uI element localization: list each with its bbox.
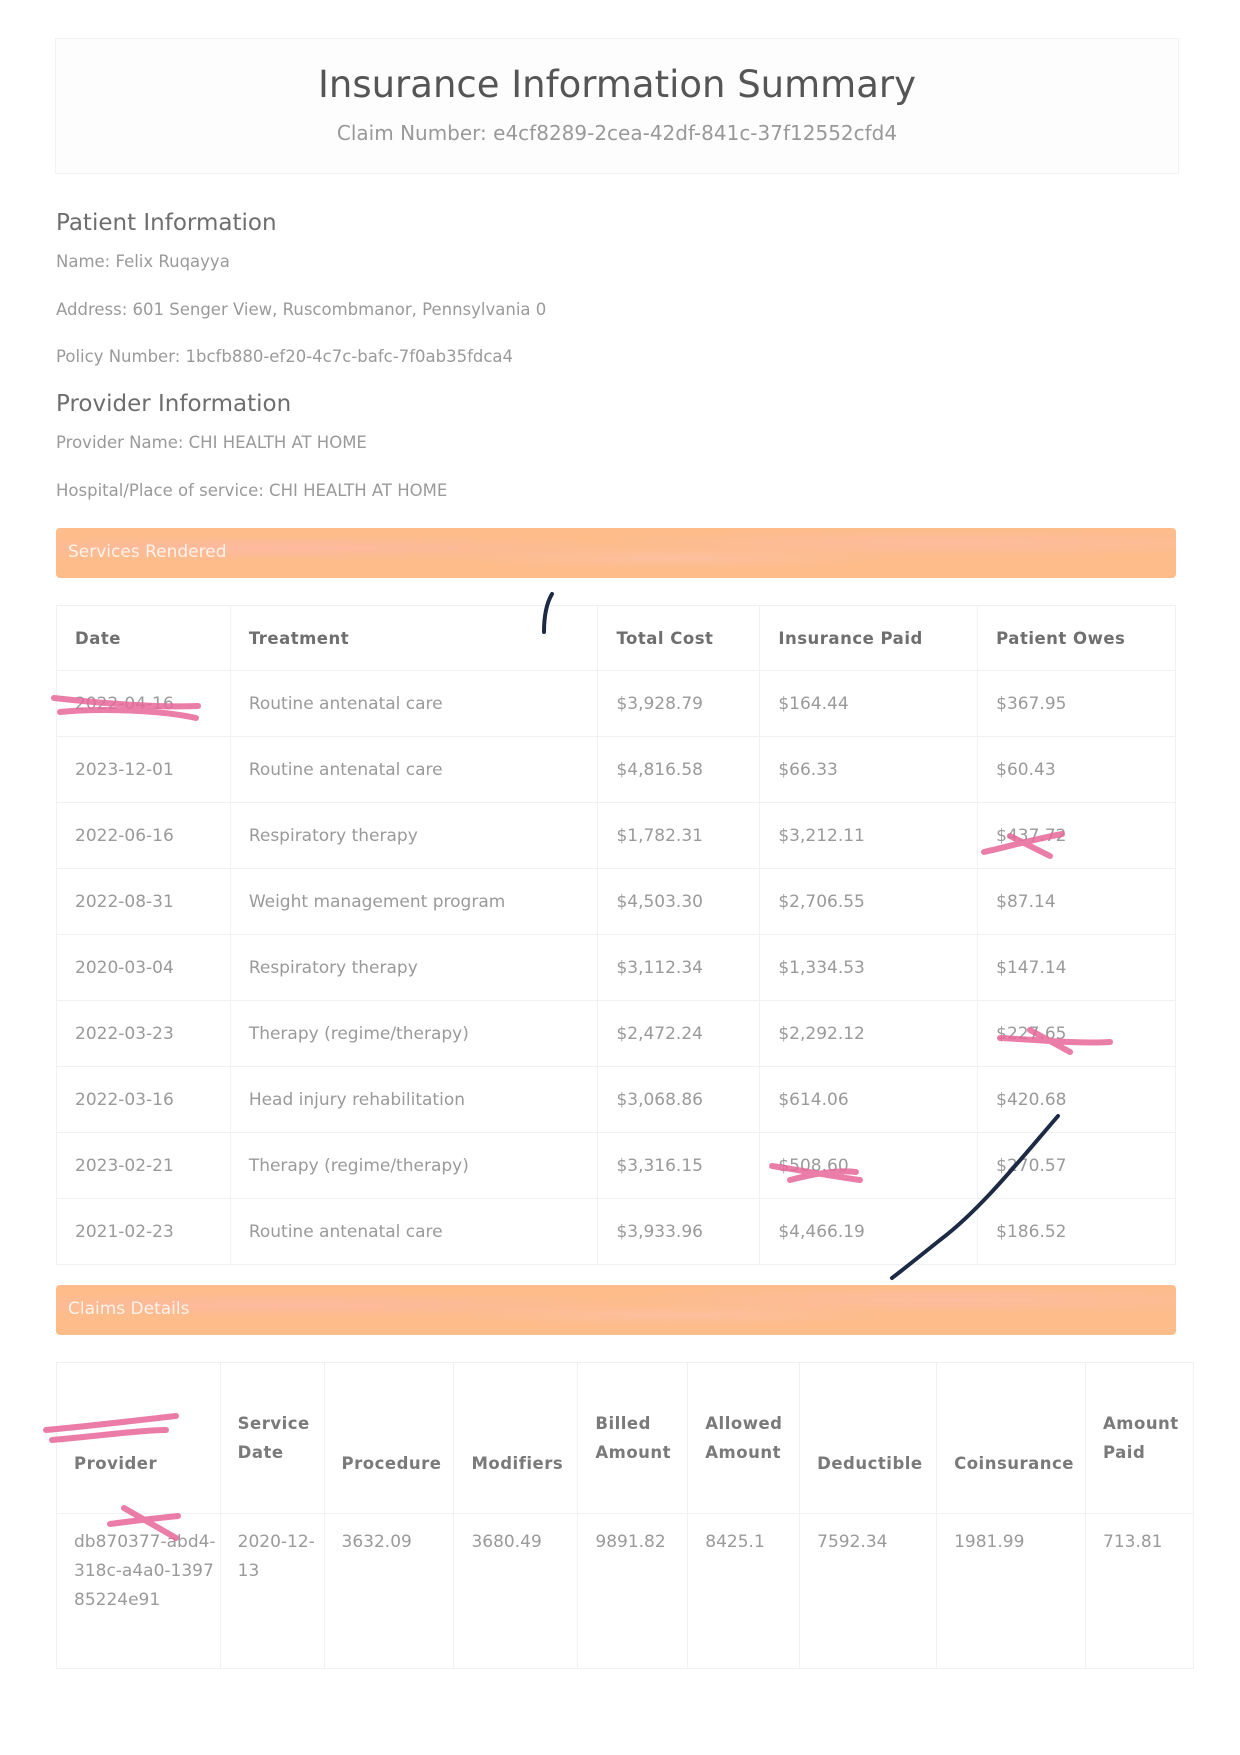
cell-procedure: 3632.09 bbox=[323, 1513, 455, 1669]
policy-number: Policy Number: 1bcfb880-ef20-4c7c-bafc-7… bbox=[56, 347, 514, 366]
cell-patient-owes: $227.65 bbox=[977, 1000, 1176, 1067]
cell-treatment: Therapy (regime/therapy) bbox=[229, 1000, 599, 1067]
cell-total-cost: $2,472.24 bbox=[597, 1000, 761, 1067]
provider-info-heading: Provider Information bbox=[56, 391, 292, 417]
claims-band-label: Claims Details bbox=[68, 1299, 190, 1319]
cell-insurance-paid: $3,212.11 bbox=[759, 802, 979, 869]
cell-treatment: Respiratory therapy bbox=[229, 934, 599, 1001]
col-service-date: Service Date bbox=[219, 1362, 325, 1514]
provider-name: Provider Name: CHI HEALTH AT HOME bbox=[56, 433, 367, 452]
cell-total-cost: $3,928.79 bbox=[597, 670, 761, 737]
cell-date: 2022-03-23 bbox=[56, 1000, 231, 1067]
services-header-row: Date Treatment Total Cost Insurance Paid… bbox=[56, 605, 1176, 671]
cell-date: 2023-12-01 bbox=[56, 736, 231, 803]
col-modifiers: Modifiers bbox=[453, 1362, 579, 1514]
cell-treatment: Weight management program bbox=[229, 868, 599, 935]
col-insurance-paid: Insurance Paid bbox=[759, 605, 979, 671]
cell-allowed-amount: 8425.1 bbox=[687, 1513, 801, 1669]
cell-patient-owes: $437.72 bbox=[977, 802, 1176, 869]
cell-insurance-paid: $2,292.12 bbox=[759, 1000, 979, 1067]
cell-date: 2022-04-16 bbox=[56, 670, 231, 737]
cell-billed-amount: 9891.82 bbox=[577, 1513, 689, 1669]
cell-provider: db870377-abd4-318c-a4a0-139785224e91 bbox=[56, 1513, 221, 1669]
cell-treatment: Head injury rehabilitation bbox=[229, 1066, 599, 1133]
cell-insurance-paid: $164.44 bbox=[759, 670, 979, 737]
table-row: 2022-08-31 Weight management program $4,50… bbox=[56, 868, 1176, 935]
cell-insurance-paid: $66.33 bbox=[759, 736, 979, 803]
col-procedure: Procedure bbox=[323, 1362, 455, 1514]
services-band: Services Rendered bbox=[56, 528, 1176, 578]
cell-treatment: Routine antenatal care bbox=[229, 670, 599, 737]
cell-insurance-paid: $2,706.55 bbox=[759, 868, 979, 935]
patient-name: Name: Felix Ruqayya bbox=[56, 252, 230, 271]
cell-insurance-paid: $4,466.19 bbox=[759, 1198, 979, 1265]
cell-insurance-paid: $614.06 bbox=[759, 1066, 979, 1133]
cell-date: 2020-03-04 bbox=[56, 934, 231, 1001]
cell-treatment: Routine antenatal care bbox=[229, 1198, 599, 1265]
cell-date: 2022-06-16 bbox=[56, 802, 231, 869]
table-row: 2021-02-23 Routine antenatal care $3,933.9… bbox=[56, 1198, 1176, 1265]
cell-date: 2022-03-16 bbox=[56, 1066, 231, 1133]
cell-patient-owes: $270.57 bbox=[977, 1132, 1176, 1199]
cell-treatment: Routine antenatal care bbox=[229, 736, 599, 803]
cell-total-cost: $3,112.34 bbox=[597, 934, 761, 1001]
cell-total-cost: $3,068.86 bbox=[597, 1066, 761, 1133]
table-row: 2022-03-16 Head injury rehabilitation $3,0… bbox=[56, 1066, 1176, 1133]
cell-treatment: Respiratory therapy bbox=[229, 802, 599, 869]
table-row: 2022-03-23 Therapy (regime/therapy) $2,472… bbox=[56, 1000, 1176, 1067]
cell-insurance-paid: $1,334.53 bbox=[759, 934, 979, 1001]
services-band-label: Services Rendered bbox=[68, 542, 227, 562]
col-total-cost: Total Cost bbox=[597, 605, 761, 671]
header-box: Insurance Information Summary Claim Numb… bbox=[55, 38, 1179, 174]
cell-date: 2022-08-31 bbox=[56, 868, 231, 935]
col-allowed-amount: Allowed Amount bbox=[687, 1362, 801, 1514]
cell-total-cost: $3,933.96 bbox=[597, 1198, 761, 1265]
claims-header-row: Provider Service Date Procedure Modifier… bbox=[56, 1362, 1194, 1514]
col-amount-paid: Amount Paid bbox=[1085, 1362, 1194, 1514]
cell-patient-owes: $87.14 bbox=[977, 868, 1176, 935]
cell-patient-owes: $420.68 bbox=[977, 1066, 1176, 1133]
table-row: 2022-06-16 Respiratory therapy $1,782.31 $3… bbox=[56, 802, 1176, 869]
col-coinsurance: Coinsurance bbox=[936, 1362, 1087, 1514]
place-of-service: Hospital/Place of service: CHI HEALTH AT… bbox=[56, 481, 448, 500]
cell-service-date: 2020-12-13 bbox=[219, 1513, 325, 1669]
cell-amount-paid: 713.81 bbox=[1085, 1513, 1194, 1669]
table-row: 2023-02-21 Therapy (regime/therapy) $3,316… bbox=[56, 1132, 1176, 1199]
claims-band: Claims Details bbox=[56, 1285, 1176, 1335]
patient-info-heading: Patient Information bbox=[56, 210, 277, 236]
claim-number: Claim Number: e4cf8289-2cea-42df-841c-37… bbox=[336, 121, 898, 145]
cell-treatment: Therapy (regime/therapy) bbox=[229, 1132, 599, 1199]
cell-patient-owes: $367.95 bbox=[977, 670, 1176, 737]
table-row: 2023-12-01 Routine antenatal care $4,816.5… bbox=[56, 736, 1176, 803]
table-row: 2020-03-04 Respiratory therapy $3,112.34 $1… bbox=[56, 934, 1176, 1001]
col-provider: Provider bbox=[56, 1362, 221, 1514]
table-row: db870377-abd4-318c-a4a0-139785224e91 202… bbox=[56, 1513, 1194, 1669]
cell-patient-owes: $186.52 bbox=[977, 1198, 1176, 1265]
col-deductible: Deductible bbox=[799, 1362, 938, 1514]
col-billed-amount: Billed Amount bbox=[577, 1362, 689, 1514]
cell-patient-owes: $147.14 bbox=[977, 934, 1176, 1001]
patient-address: Address: 601 Senger View, Ruscombmanor, … bbox=[56, 300, 547, 319]
page-title: Insurance Information Summary bbox=[317, 63, 917, 106]
cell-total-cost: $4,816.58 bbox=[597, 736, 761, 803]
col-patient-owes: Patient Owes bbox=[977, 605, 1176, 671]
cell-deductible: 7592.34 bbox=[799, 1513, 938, 1669]
col-date: Date bbox=[56, 605, 231, 671]
cell-insurance-paid: $508.60 bbox=[759, 1132, 979, 1199]
cell-patient-owes: $60.43 bbox=[977, 736, 1176, 803]
table-row: 2022-04-16 Routine antenatal care $3,928.7… bbox=[56, 670, 1176, 737]
cell-coinsurance: 1981.99 bbox=[936, 1513, 1087, 1669]
cell-modifiers: 3680.49 bbox=[453, 1513, 579, 1669]
col-treatment: Treatment bbox=[229, 605, 599, 671]
services-table: Date Treatment Total Cost Insurance Paid… bbox=[56, 605, 1176, 1265]
cell-date: 2023-02-21 bbox=[56, 1132, 231, 1199]
cell-date: 2021-02-23 bbox=[56, 1198, 231, 1265]
claims-table: Provider Service Date Procedure Modifier… bbox=[56, 1362, 1194, 1669]
cell-total-cost: $1,782.31 bbox=[597, 802, 761, 869]
cell-total-cost: $4,503.30 bbox=[597, 868, 761, 935]
cell-total-cost: $3,316.15 bbox=[597, 1132, 761, 1199]
